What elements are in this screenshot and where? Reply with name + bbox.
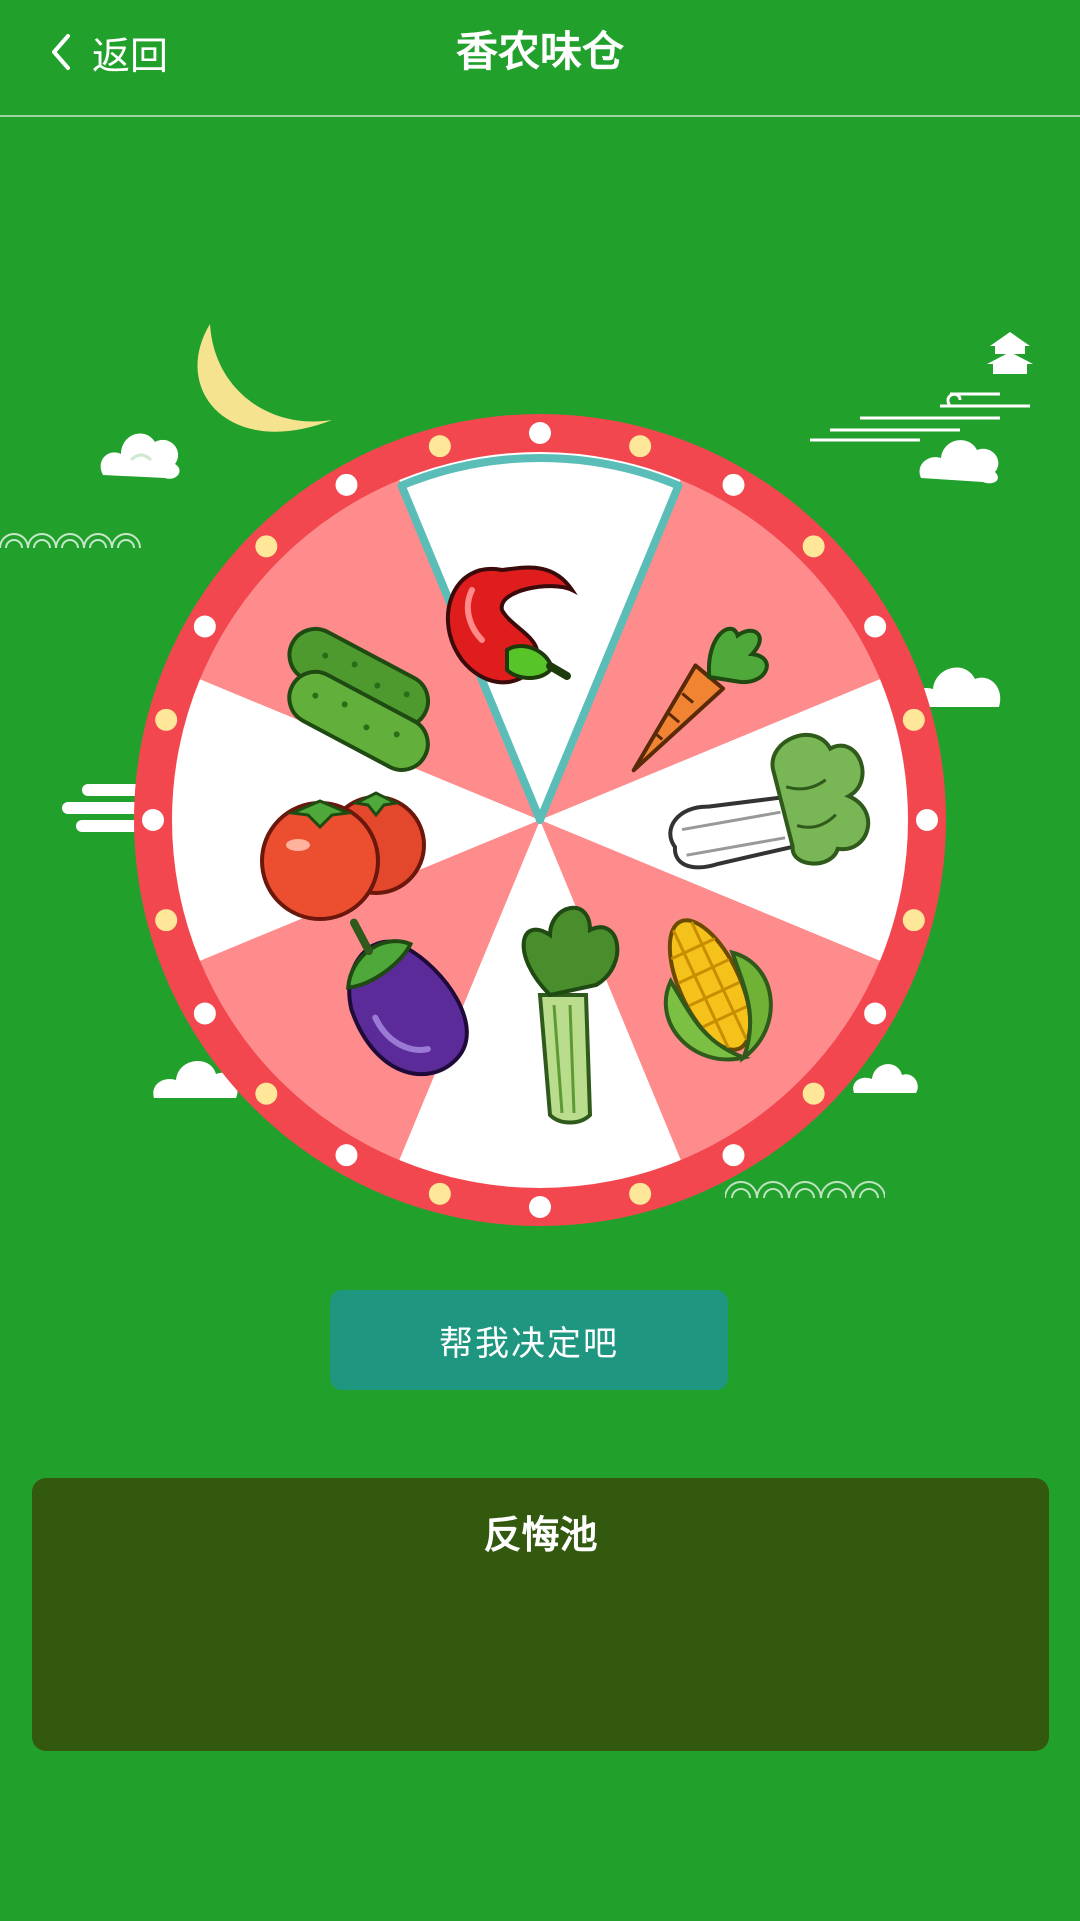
wheel-light-bulb bbox=[193, 1002, 216, 1025]
wheel-light-bulb bbox=[142, 809, 164, 831]
wheel-light-bulb bbox=[802, 535, 825, 558]
page-title: 香农味仓 bbox=[455, 27, 624, 76]
wheel-light-bulb bbox=[802, 1082, 825, 1105]
wheel-light-bulb bbox=[335, 1144, 358, 1167]
wheel-light-bulb bbox=[529, 1196, 551, 1218]
wheel-light-bulb bbox=[255, 1082, 278, 1105]
prize-wheel[interactable] bbox=[130, 410, 950, 1230]
wheel-light-bulb bbox=[428, 435, 451, 458]
lottery-scene bbox=[0, 280, 1080, 1240]
wheel-light-bulb bbox=[864, 1002, 887, 1025]
wheel-light-bulb bbox=[629, 435, 652, 458]
regret-pool-title: 反悔池 bbox=[483, 1513, 598, 1557]
wave-pattern-decoration bbox=[0, 533, 141, 549]
wheel-light-bulb bbox=[529, 422, 551, 444]
wheel-light-bulb bbox=[155, 708, 178, 731]
wheel-light-bulb bbox=[722, 1144, 745, 1167]
wheel-light-bulb bbox=[722, 473, 745, 496]
regret-pool-panel: 反悔池 bbox=[32, 1478, 1049, 1751]
wheel-light-bulb bbox=[428, 1182, 451, 1205]
wheel-light-bulb bbox=[902, 708, 925, 731]
prize-wheel-graphic bbox=[134, 414, 946, 1226]
wheel-light-bulb bbox=[155, 909, 178, 932]
pavilion-icon bbox=[987, 332, 1033, 374]
wheel-light-bulb bbox=[902, 909, 925, 932]
wheel-light-bulb bbox=[193, 615, 216, 638]
wheel-light-bulb bbox=[864, 615, 887, 638]
decide-for-me-button[interactable]: 帮我决定吧 bbox=[330, 1290, 728, 1390]
wheel-light-bulb bbox=[629, 1182, 652, 1205]
wheel-light-bulb bbox=[916, 809, 938, 831]
wheel-light-bulb bbox=[255, 535, 278, 558]
top-navigation-bar: 返回 香农味仓 bbox=[0, 0, 1080, 117]
wheel-light-bulb bbox=[335, 473, 358, 496]
